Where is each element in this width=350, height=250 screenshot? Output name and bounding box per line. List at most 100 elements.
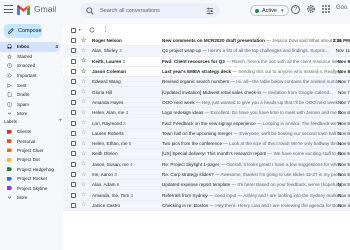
row-checkbox[interactable] [71,130,76,136]
email-row[interactable]: ☆ Helen, Alan, me 3 Logo redesign ideas — … [63,108,350,119]
star-icon[interactable]: ☆ [81,151,88,157]
star-icon[interactable]: ☆ [81,161,88,167]
row-checkbox[interactable] [71,69,76,75]
email-row[interactable]: ☆ Amanda, me, Tom 3 Referrals from Sydney … [63,190,350,201]
email-row[interactable]: ☆ Alan, Shirley 3 Q1 project wrap-up — Her… [63,46,350,57]
help-icon[interactable]: ? [291,5,300,14]
star-icon[interactable]: ☆ [81,120,88,126]
email-row[interactable]: ☆ me, Aaron 3 Re: Corp strategy slides? — … [63,169,350,181]
label-item-project-rocket[interactable]: Project Rocket [0,174,62,183]
star-icon[interactable]: ☆ [81,79,88,85]
thread-count: 6 [116,182,120,188]
row-checkbox[interactable] [71,172,76,177]
thread-count: 4 [130,161,133,167]
email-row[interactable]: ☆ Gloria Hill [Updated invitation] Midwest… [63,87,350,98]
compose-label: Compose [18,28,42,34]
search-icon[interactable] [86,6,94,15]
email-snippet: — It's here! Based on your feedback, we'… [230,182,342,188]
email-snippet: — Hi, all—the table below contains the r… [229,79,342,85]
label-item-project-cluer[interactable]: Project Cluer [0,146,62,155]
row-checkbox[interactable] [71,38,76,44]
email-row[interactable]: ☆ Helen, Ethan, me 5 Two pics from the con… [63,138,350,150]
row-checkbox[interactable] [71,89,76,95]
status-dropdown[interactable]: Active ▼ [250,5,290,16]
row-checkbox[interactable] [71,48,76,54]
email-subject: Checking in re: Boston [162,202,209,208]
refresh-icon[interactable] [89,27,95,33]
row-checkbox[interactable] [71,182,76,188]
label-item-clients[interactable]: Clients [0,127,62,136]
row-checkbox[interactable] [71,161,76,167]
star-icon[interactable]: ☆ [81,38,88,44]
email-row[interactable]: ☆ Jason, Susan, me 4 Re: Project Skylight … [63,159,350,170]
sidebar-item-starred[interactable]: Starred [0,52,62,62]
email-snippet: — Awesome, thanks! I'm going to use slid… [213,172,342,177]
email-subject-line: Re: Project Skylight 1-pager — Overall, … [162,162,342,167]
row-checkbox[interactable] [71,58,76,64]
email-row[interactable]: ☆ Jason Coleman Last year's EMEA strategy … [63,66,350,78]
row-checkbox[interactable] [71,110,76,116]
email-row[interactable]: ☆ Lauren Roberts Town hall on the upcoming… [63,128,350,139]
search-options-icon[interactable] [206,7,214,15]
google-account-label[interactable]: Goo [336,5,347,11]
email-snippet: — Everyone, we'll be hosting our second … [232,130,343,136]
label-item-more[interactable]: More [0,193,62,202]
star-icon[interactable]: ☆ [81,202,88,208]
email-row[interactable]: ☆ Janice Castro Checking in re: Boston — H… [63,200,350,212]
label-item-project-skyline[interactable]: Project Skyline [0,183,62,192]
more-options-icon[interactable]: ⋮ [102,27,108,33]
row-checkbox[interactable] [71,202,76,208]
add-label-icon[interactable]: + [58,118,62,124]
sidebar-item-sent[interactable]: Sent [0,80,62,90]
email-row[interactable]: ☆ Alan, Adam 6 Updated expense report temp… [63,180,350,191]
star-icon[interactable]: ☆ [81,69,88,75]
star-icon[interactable]: ☆ [81,99,88,105]
email-row[interactable]: ☆ Lori, Raymond 2 Fwd: Feedback on the new… [63,118,350,129]
email-time: Nov 7 [337,79,350,85]
row-checkbox[interactable] [71,192,76,198]
star-icon[interactable]: ☆ [81,130,88,136]
sidebar-item-spam[interactable]: Spam [0,100,62,110]
star-icon[interactable]: ☆ [81,110,88,116]
label-item-project-hedgehog[interactable]: Project Hedgehog [0,165,62,174]
apps-grid-icon[interactable] [322,5,330,13]
email-snippet: — Overall, it looks great! I have a few … [219,161,342,167]
search-bar[interactable]: Search all conversations [80,3,220,18]
label-item-personal[interactable]: Personal [0,136,62,145]
gear-icon[interactable] [306,4,316,14]
star-icon[interactable]: ☆ [81,172,88,178]
row-checkbox[interactable] [71,79,76,85]
email-row[interactable]: ☆ Edward Wang Revised organic search numbe… [63,77,350,88]
sidebar-item-label: More [17,111,28,117]
row-checkbox[interactable] [71,141,76,147]
row-checkbox[interactable] [71,99,76,105]
star-icon[interactable]: ☆ [81,141,88,147]
star-icon[interactable]: ☆ [81,182,88,188]
sidebar-item-more[interactable]: More [0,109,62,119]
compose-button[interactable]: Compose [4,24,42,38]
search-input[interactable]: Search all conversations [100,8,206,14]
row-checkbox[interactable] [71,120,76,126]
email-snippet: — Excellent. Do have you have time to me… [203,110,342,116]
select-all-checkbox[interactable] [71,27,76,33]
email-row[interactable]: ☆ Keith, Lauren 2 Fwd: Client resources fo… [63,56,350,67]
email-subject: Referrals from Sydney [162,192,208,198]
email-time: Nov 8 [337,69,350,75]
sidebar-item-inbox[interactable]: Inbox 4 [0,42,60,52]
sidebar-item-snoozed[interactable]: Snoozed [0,61,62,71]
email-row[interactable]: ☆ Roger Nelson New comments on MCR2020 dra… [63,36,350,47]
email-subject-line: Checking in re: Boston — Hey there. Henr… [162,203,342,208]
main-menu-icon[interactable] [4,5,13,13]
row-checkbox[interactable] [71,151,76,157]
label-item-project-dot[interactable]: Project Dot [0,155,62,164]
star-icon[interactable]: ☆ [81,89,88,95]
sidebar-item-important[interactable]: Important [0,71,62,81]
list-toolbar: ▼ ⋮ [63,24,350,36]
chevron-down-icon[interactable]: ▼ [78,28,81,32]
star-icon[interactable]: ☆ [81,58,88,64]
star-icon[interactable]: ☆ [81,48,88,54]
sidebar-item-drafts[interactable]: Drafts [0,90,62,100]
email-row[interactable]: ☆ Keith Obrien [UX] Special delivery! This… [63,149,350,160]
email-row[interactable]: ☆ Amanda Hayes OOO next week — Hey, just w… [63,97,350,109]
star-icon[interactable]: ☆ [81,192,88,198]
